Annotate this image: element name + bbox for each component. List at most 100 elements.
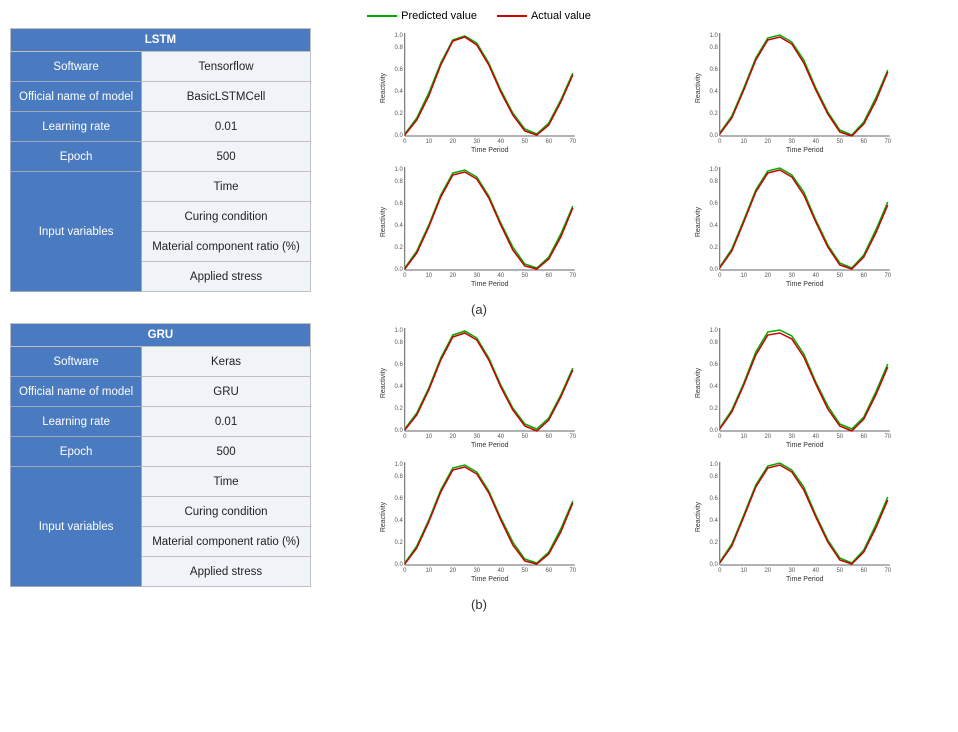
svg-text:60: 60	[861, 568, 868, 574]
table-row: Official name of model GRU	[11, 377, 311, 407]
svg-text:60: 60	[545, 568, 552, 574]
svg-text:0.2: 0.2	[710, 540, 719, 546]
svg-text:Time Period: Time Period	[786, 442, 824, 449]
svg-text:0: 0	[403, 139, 407, 145]
input-var-3-a: Material component ratio (%)	[142, 232, 311, 262]
svg-text:0.2: 0.2	[710, 245, 719, 251]
svg-text:20: 20	[765, 273, 772, 279]
svg-text:0.6: 0.6	[394, 67, 403, 73]
svg-text:Reactivity: Reactivity	[695, 501, 702, 532]
svg-text:70: 70	[885, 139, 892, 145]
input-var-1-b: Time	[142, 467, 311, 497]
chart-b1: Reactivity Time Period 0.0 0.2 0.4 0.6 0…	[321, 323, 633, 453]
table-row: Official name of model BasicLSTMCell	[11, 82, 311, 112]
svg-text:30: 30	[789, 139, 796, 145]
svg-text:10: 10	[741, 273, 748, 279]
svg-text:60: 60	[861, 434, 868, 440]
svg-text:0.6: 0.6	[710, 67, 719, 73]
input-var-2-b: Curing condition	[142, 497, 311, 527]
svg-text:70: 70	[569, 139, 576, 145]
chart-a2: Reactivity Time Period 0.0 0.2 0.4 0.6 0…	[636, 28, 948, 158]
svg-text:Time Period: Time Period	[786, 147, 824, 154]
svg-text:0.4: 0.4	[710, 384, 719, 390]
svg-text:0.6: 0.6	[710, 362, 719, 368]
svg-text:40: 40	[497, 568, 504, 574]
svg-text:30: 30	[473, 568, 480, 574]
svg-text:0.0: 0.0	[710, 267, 719, 273]
lstm-table: LSTM Software Tensorflow Official name o…	[10, 28, 311, 292]
lstm-header: LSTM	[11, 29, 311, 52]
svg-text:40: 40	[813, 273, 820, 279]
svg-text:40: 40	[813, 434, 820, 440]
table-row: Input variables Time	[11, 172, 311, 202]
svg-text:Time Period: Time Period	[786, 281, 824, 288]
svg-text:50: 50	[837, 273, 844, 279]
svg-text:0.6: 0.6	[394, 496, 403, 502]
svg-text:20: 20	[449, 568, 456, 574]
svg-text:0.0: 0.0	[394, 562, 403, 568]
svg-text:0.0: 0.0	[710, 133, 719, 139]
lr-label-a: Learning rate	[11, 112, 142, 142]
svg-text:Time Period: Time Period	[471, 442, 509, 449]
lr-value-b: 0.01	[142, 407, 311, 437]
svg-text:Reactivity: Reactivity	[695, 72, 702, 103]
section-a-label: (a)	[10, 302, 948, 317]
svg-text:70: 70	[885, 568, 892, 574]
actual-legend-label: Actual value	[531, 10, 591, 22]
svg-text:0: 0	[719, 273, 723, 279]
svg-text:10: 10	[425, 273, 432, 279]
svg-text:Time Period: Time Period	[786, 576, 824, 583]
svg-text:0.0: 0.0	[394, 133, 403, 139]
svg-text:50: 50	[837, 434, 844, 440]
svg-text:0: 0	[403, 568, 407, 574]
lr-label-b: Learning rate	[11, 407, 142, 437]
software-label-a: Software	[11, 52, 142, 82]
gru-header: GRU	[11, 324, 311, 347]
svg-text:10: 10	[425, 434, 432, 440]
predicted-legend-line	[367, 15, 397, 17]
charts-grid-b: Reactivity Time Period 0.0 0.2 0.4 0.6 0…	[321, 323, 948, 587]
svg-text:0.4: 0.4	[710, 89, 719, 95]
svg-text:Reactivity: Reactivity	[695, 367, 702, 398]
table-row: Learning rate 0.01	[11, 407, 311, 437]
section-b: GRU Software Keras Official name of mode…	[10, 323, 948, 587]
svg-text:0.4: 0.4	[394, 518, 403, 524]
section-a: LSTM Software Tensorflow Official name o…	[10, 28, 948, 292]
model-name-value-b: GRU	[142, 377, 311, 407]
svg-text:0.6: 0.6	[710, 201, 719, 207]
svg-text:0.2: 0.2	[710, 111, 719, 117]
svg-text:10: 10	[425, 568, 432, 574]
svg-text:70: 70	[569, 568, 576, 574]
predicted-legend-item: Predicted value	[367, 10, 477, 22]
svg-text:0.0: 0.0	[394, 428, 403, 434]
svg-text:60: 60	[545, 139, 552, 145]
chart-a3-svg: Reactivity Time Period 0.0 0.2 0.4 0.6 0…	[321, 162, 633, 292]
svg-text:1.0: 1.0	[710, 33, 719, 39]
svg-text:Reactivity: Reactivity	[380, 72, 387, 103]
svg-text:30: 30	[473, 273, 480, 279]
svg-text:70: 70	[885, 434, 892, 440]
table-row: Epoch 500	[11, 437, 311, 467]
software-label-b: Software	[11, 347, 142, 377]
input-vars-label-b: Input variables	[11, 467, 142, 587]
predicted-legend-label: Predicted value	[401, 10, 477, 22]
svg-text:30: 30	[789, 434, 796, 440]
svg-text:0.6: 0.6	[394, 362, 403, 368]
svg-text:40: 40	[813, 568, 820, 574]
svg-text:10: 10	[741, 434, 748, 440]
actual-legend-item: Actual value	[497, 10, 591, 22]
svg-text:0.6: 0.6	[710, 496, 719, 502]
svg-text:0.2: 0.2	[394, 245, 403, 251]
svg-text:50: 50	[521, 568, 528, 574]
svg-text:1.0: 1.0	[710, 462, 719, 468]
svg-text:40: 40	[497, 273, 504, 279]
svg-text:0.8: 0.8	[394, 474, 403, 480]
svg-text:0.2: 0.2	[394, 406, 403, 412]
svg-text:0: 0	[719, 139, 723, 145]
svg-text:50: 50	[521, 273, 528, 279]
svg-text:0.8: 0.8	[394, 45, 403, 51]
svg-text:0.6: 0.6	[394, 201, 403, 207]
legend: Predicted value Actual value	[10, 10, 948, 22]
chart-b4: Reactivity Time Period 0.0 0.2 0.4 0.6 0…	[636, 457, 948, 587]
table-row: Epoch 500	[11, 142, 311, 172]
